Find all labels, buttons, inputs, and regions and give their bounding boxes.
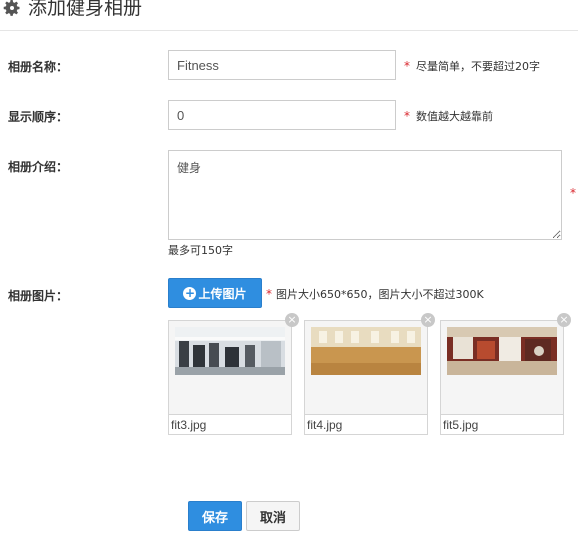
thumbnail-image xyxy=(311,327,421,375)
thumbnail-image xyxy=(175,327,285,375)
display-order-input[interactable] xyxy=(168,100,396,130)
page-title: 添加健身相册 xyxy=(28,0,143,19)
display-order-hint-text: 数值越大越靠前 xyxy=(416,110,493,123)
upload-image-button-label: 上传图片 xyxy=(198,286,247,301)
image-thumbnail: fit3.jpg × xyxy=(168,313,299,435)
remove-image-icon[interactable]: × xyxy=(421,313,435,327)
album-images-hint: * 图片大小650*650，图片大小不超过300K xyxy=(266,286,484,302)
album-images-hint-text: 图片大小650*650，图片大小不超过300K xyxy=(276,288,484,301)
image-thumbnail: fit5.jpg × xyxy=(440,313,571,435)
thumbnail-frame xyxy=(440,320,564,415)
display-order-hint: * 数值越大越靠前 xyxy=(404,108,493,124)
album-images-label: 相册图片： xyxy=(8,289,69,303)
album-name-input[interactable] xyxy=(168,50,396,80)
required-mark: * xyxy=(404,109,410,123)
gear-icon xyxy=(3,0,20,16)
album-intro-limit-note: 最多可150字 xyxy=(168,244,233,257)
thumbnail-image xyxy=(447,327,557,375)
upload-image-button[interactable]: + 上传图片 xyxy=(168,278,262,308)
save-button[interactable]: 保存 xyxy=(188,501,242,531)
image-thumbnail: fit4.jpg × xyxy=(304,313,435,435)
album-name-hint: * 尽量简单，不要超过20字 xyxy=(404,58,540,74)
required-mark: * xyxy=(404,59,410,73)
thumbnail-frame xyxy=(168,320,292,415)
remove-image-icon[interactable]: × xyxy=(557,313,571,327)
plus-icon: + xyxy=(183,285,197,300)
remove-image-icon[interactable]: × xyxy=(285,313,299,327)
thumbnail-filename: fit4.jpg xyxy=(304,415,428,435)
display-order-label: 显示顺序： xyxy=(8,110,69,124)
thumbnail-filename: fit5.jpg xyxy=(440,415,564,435)
required-mark: * xyxy=(266,287,272,301)
album-name-label: 相册名称： xyxy=(8,60,69,74)
cancel-button[interactable]: 取消 xyxy=(246,501,300,531)
album-intro-label: 相册介绍： xyxy=(8,160,69,174)
album-intro-textarea[interactable]: 健身 xyxy=(168,150,562,240)
album-name-hint-text: 尽量简单，不要超过20字 xyxy=(416,60,540,73)
thumbnail-frame xyxy=(304,320,428,415)
thumbnail-filename: fit3.jpg xyxy=(168,415,292,435)
required-mark: * xyxy=(570,186,576,200)
page-header: 添加健身相册 xyxy=(0,0,578,31)
